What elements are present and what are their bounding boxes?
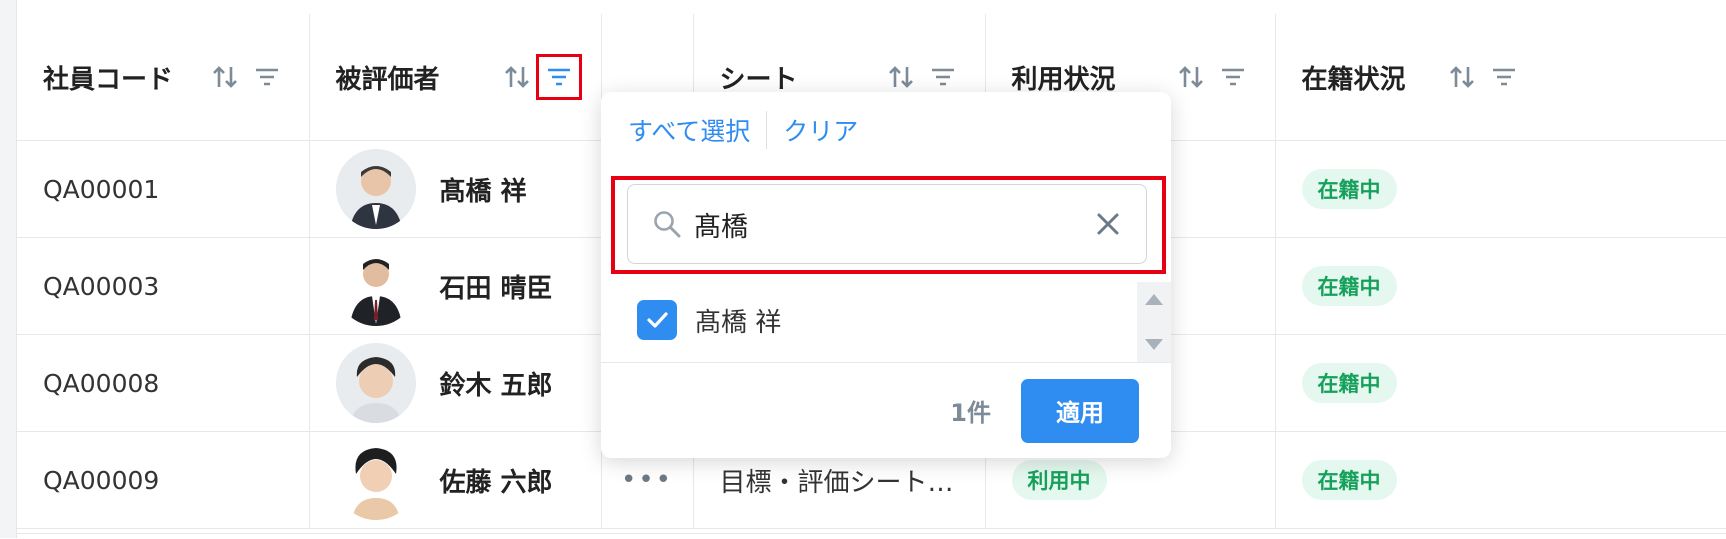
close-icon[interactable] — [1088, 204, 1128, 244]
scrollbar[interactable] — [1137, 282, 1171, 362]
enrollment-status-badge: 在籍中 — [1301, 169, 1397, 209]
filter-icon[interactable] — [927, 61, 959, 93]
search-field[interactable] — [627, 184, 1147, 264]
evaluatee-name: 鈴木 五郎 — [439, 370, 553, 401]
bottom-edge — [17, 533, 1726, 539]
column-header-employee-code: 社員コード — [17, 14, 310, 141]
enrollment-status-badge: 在籍中 — [1301, 460, 1397, 500]
employee-code: QA00009 — [43, 465, 160, 495]
column-label: 被評価者 — [335, 64, 440, 95]
sheet-name: 目標・評価シート… — [719, 467, 954, 498]
column-label: 社員コード — [43, 64, 174, 95]
column-header-enrollment-status: 在籍状況 — [1275, 14, 1726, 141]
enrollment-status-badge: 在籍中 — [1301, 266, 1397, 306]
scroll-down-icon[interactable] — [1145, 339, 1163, 350]
filter-option[interactable]: 髙橋 祥 — [637, 300, 781, 340]
evaluatee-name: 髙橋 祥 — [439, 176, 527, 207]
filter-icon[interactable] — [1488, 61, 1520, 93]
top-edge — [17, 0, 1726, 15]
avatar — [335, 343, 416, 423]
more-icon[interactable]: ••• — [602, 465, 693, 495]
evaluatee-name: 佐藤 六郎 — [439, 467, 553, 498]
evaluatee-filter-popup: すべて選択 クリア 髙橋 祥 1件 適用 — [601, 92, 1171, 458]
filter-icon[interactable] — [535, 54, 582, 100]
filter-icon[interactable] — [251, 61, 283, 93]
avatar — [335, 149, 416, 229]
clear-link[interactable]: クリア — [783, 112, 858, 148]
sort-icon[interactable] — [1175, 61, 1207, 93]
avatar — [335, 440, 416, 520]
left-gutter — [0, 0, 17, 538]
column-label: 在籍状況 — [1301, 64, 1406, 95]
employee-code: QA00001 — [43, 174, 160, 204]
scroll-up-icon[interactable] — [1145, 294, 1163, 305]
column-header-evaluatee: 被評価者 — [309, 14, 602, 141]
check-icon — [647, 312, 668, 328]
search-input[interactable] — [692, 207, 1088, 241]
select-all-link[interactable]: すべて選択 — [628, 112, 750, 148]
sort-icon[interactable] — [885, 61, 917, 93]
checkbox[interactable] — [637, 300, 677, 340]
apply-button[interactable]: 適用 — [1021, 378, 1139, 443]
sort-icon[interactable] — [501, 61, 533, 93]
result-count: 1件 — [950, 399, 991, 427]
column-label: 利用状況 — [1011, 64, 1116, 95]
enrollment-status-badge: 在籍中 — [1301, 363, 1397, 403]
employee-code: QA00003 — [43, 271, 160, 301]
usage-status-badge: 利用中 — [1011, 460, 1107, 500]
employee-code: QA00008 — [43, 368, 160, 398]
filter-option-list: 髙橋 祥 — [601, 282, 1171, 362]
divider — [766, 111, 768, 149]
avatar — [335, 246, 416, 326]
filter-icon[interactable] — [1217, 61, 1249, 93]
filter-option-label: 髙橋 祥 — [695, 307, 782, 338]
evaluatee-name: 石田 晴臣 — [439, 273, 553, 304]
column-label: シート — [719, 64, 798, 95]
sort-icon[interactable] — [209, 61, 241, 93]
search-icon — [652, 209, 682, 239]
sort-icon[interactable] — [1446, 61, 1478, 93]
